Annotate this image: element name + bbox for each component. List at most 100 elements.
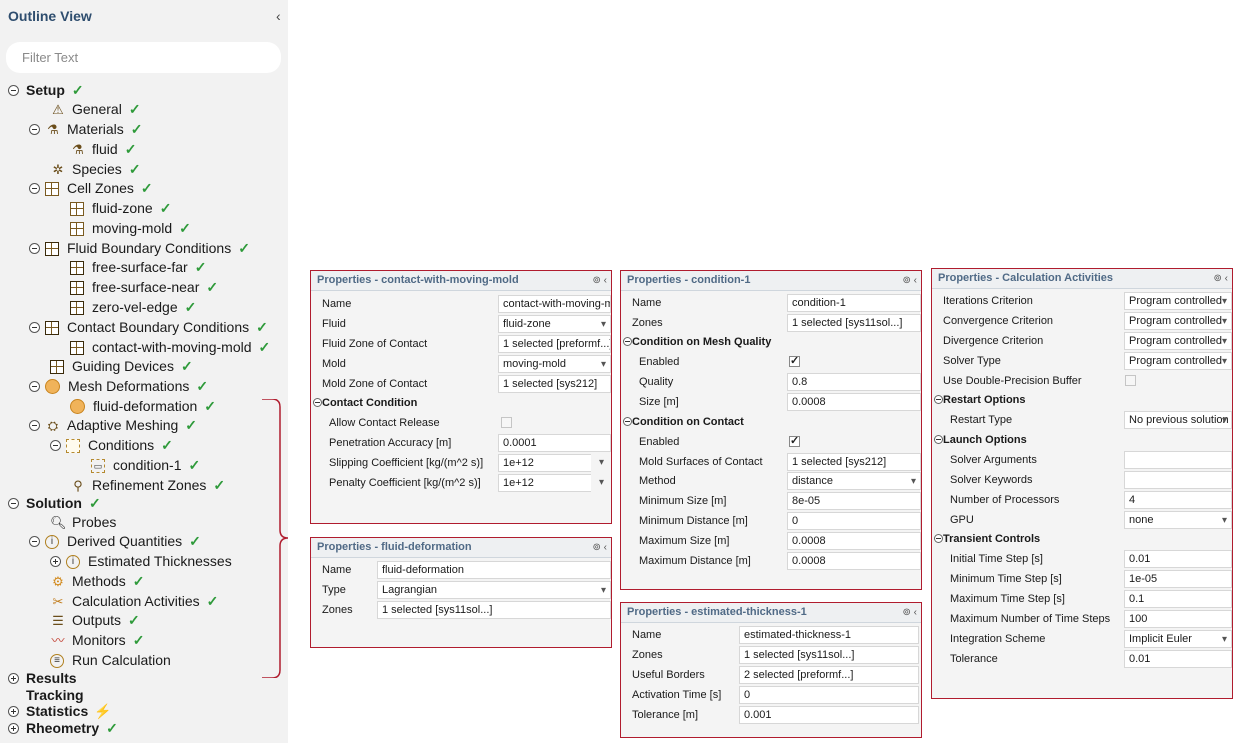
tree-item-species[interactable]: ✲ Species ✓: [50, 160, 141, 179]
tree-item-probes[interactable]: 🔍︎ Probes: [50, 513, 116, 532]
mold-zone-field[interactable]: 1 selected [sys212]: [498, 375, 611, 393]
method-select[interactable]: distance: [787, 472, 921, 490]
collapse-toggle-icon[interactable]: [29, 243, 40, 254]
collapse-toggle-icon[interactable]: [623, 337, 632, 346]
collapse-toggle-icon[interactable]: [934, 435, 943, 444]
tree-item-contact-with-moving-mold[interactable]: contact-with-moving-mold ✓: [70, 338, 270, 357]
tree-item-setup[interactable]: Setup ✓: [8, 81, 84, 100]
panel-buttons[interactable]: ⊚ ‹: [593, 538, 608, 557]
mold-surfaces-field[interactable]: 1 selected [sys212]: [787, 453, 921, 471]
filter-input[interactable]: Filter Text: [6, 42, 281, 73]
collapse-toggle-icon[interactable]: [934, 395, 943, 404]
zones-field[interactable]: 1 selected [sys11sol...]: [377, 601, 611, 619]
tree-item-methods[interactable]: ⚙ Methods ✓: [50, 572, 144, 591]
chevron-down-icon[interactable]: ▾: [599, 474, 604, 491]
tree-item-zero-vel-edge[interactable]: zero-vel-edge ✓: [70, 298, 196, 317]
collapse-icon[interactable]: ‹: [276, 8, 281, 24]
fluid-select[interactable]: fluid-zone: [498, 315, 611, 333]
activation-time-field[interactable]: 0: [739, 686, 919, 704]
expand-toggle-icon[interactable]: [8, 673, 19, 684]
collapse-toggle-icon[interactable]: [8, 498, 19, 509]
panel-buttons[interactable]: ⊚ ‹: [903, 271, 918, 290]
collapse-toggle-icon[interactable]: [29, 536, 40, 547]
divergence-select[interactable]: Program controlled: [1124, 332, 1232, 350]
gpu-select[interactable]: none: [1124, 511, 1232, 529]
tree-item-cell-zones[interactable]: Cell Zones ✓: [29, 179, 153, 198]
double-precision-checkbox[interactable]: [1125, 375, 1136, 386]
tree-item-condition-1[interactable]: ▭ condition-1 ✓: [91, 456, 200, 475]
tree-item-moving-mold[interactable]: moving-mold ✓: [70, 219, 191, 238]
collapse-toggle-icon[interactable]: [29, 124, 40, 135]
expand-toggle-icon[interactable]: [8, 723, 19, 734]
collapse-toggle-icon[interactable]: [29, 420, 40, 431]
collapse-toggle-icon[interactable]: [623, 417, 632, 426]
enabled-checkbox[interactable]: [789, 434, 800, 447]
tree-item-refinement-zones[interactable]: ⚲ Refinement Zones ✓: [70, 476, 225, 495]
tree-item-fluid-bc[interactable]: Fluid Boundary Conditions ✓: [29, 239, 250, 258]
min-size-field[interactable]: 8e-05: [787, 492, 921, 510]
useful-borders-field[interactable]: 2 selected [preformf...]: [739, 666, 919, 684]
name-field[interactable]: condition-1: [787, 294, 921, 312]
tree-item-conditions[interactable]: Conditions ✓: [50, 436, 173, 455]
tree-item-calculation-activities[interactable]: ✂ Calculation Activities ✓: [50, 592, 219, 611]
collapse-toggle-icon[interactable]: [50, 440, 61, 451]
tree-item-estimated-thicknesses[interactable]: i Estimated Thicknesses: [50, 552, 232, 571]
name-field[interactable]: contact-with-moving-m...: [498, 295, 611, 313]
max-step-field[interactable]: 0.1: [1124, 590, 1232, 608]
type-select[interactable]: Lagrangian: [377, 581, 611, 599]
chevron-down-icon[interactable]: ▾: [599, 454, 604, 471]
tolerance-field[interactable]: 0.001: [739, 706, 919, 724]
collapse-toggle-icon[interactable]: [29, 183, 40, 194]
collapse-toggle-icon[interactable]: [313, 398, 322, 407]
tree-item-contact-bc[interactable]: Contact Boundary Conditions ✓: [29, 318, 268, 337]
min-distance-field[interactable]: 0: [787, 512, 921, 530]
panel-buttons[interactable]: ⊚ ‹: [903, 603, 918, 622]
panel-buttons[interactable]: ⊚ ‹: [1214, 269, 1229, 288]
name-field[interactable]: fluid-deformation: [377, 561, 611, 579]
solver-type-select[interactable]: Program controlled: [1124, 352, 1232, 370]
fluid-zone-field[interactable]: 1 selected [preformf...]: [498, 335, 611, 353]
max-steps-field[interactable]: 100: [1124, 610, 1232, 628]
iterations-select[interactable]: Program controlled: [1124, 292, 1232, 310]
penalty-field[interactable]: 1e+12: [498, 474, 591, 492]
tree-item-monitors[interactable]: 〰 Monitors ✓: [50, 631, 144, 650]
collapse-toggle-icon[interactable]: [29, 322, 40, 333]
solver-keywords-field[interactable]: [1124, 471, 1232, 489]
tolerance-field[interactable]: 0.01: [1124, 650, 1232, 668]
collapse-toggle-icon[interactable]: [29, 381, 40, 392]
tree-item-rheometry[interactable]: Rheometry ✓: [8, 719, 118, 738]
integration-scheme-select[interactable]: Implicit Euler: [1124, 630, 1232, 648]
max-size-field[interactable]: 0.0008: [787, 532, 921, 550]
restart-type-select[interactable]: No previous solution: [1124, 411, 1232, 429]
enabled-checkbox[interactable]: [789, 354, 800, 367]
min-step-field[interactable]: 1e-05: [1124, 570, 1232, 588]
processors-field[interactable]: 4: [1124, 491, 1232, 509]
expand-toggle-icon[interactable]: [8, 706, 19, 717]
quality-field[interactable]: 0.8: [787, 373, 921, 391]
max-distance-field[interactable]: 0.0008: [787, 552, 921, 570]
tree-item-materials[interactable]: ⚗ Materials ✓: [29, 120, 143, 139]
tree-item-outputs[interactable]: ☰ Outputs ✓: [50, 611, 140, 630]
tree-item-free-surface-far[interactable]: free-surface-far ✓: [70, 258, 206, 277]
tree-item-solution[interactable]: Solution ✓: [8, 494, 101, 513]
tree-item-run-calculation[interactable]: ≡ Run Calculation: [50, 651, 171, 670]
slipping-field[interactable]: 1e+12: [498, 454, 591, 472]
tree-item-adaptive-meshing[interactable]: ⛭ Adaptive Meshing ✓: [29, 416, 197, 435]
mold-select[interactable]: moving-mold: [498, 355, 611, 373]
name-field[interactable]: estimated-thickness-1: [739, 626, 919, 644]
tree-item-guiding-devices[interactable]: Guiding Devices ✓: [50, 357, 193, 376]
allow-release-checkbox[interactable]: [501, 417, 512, 428]
tree-item-mesh-deformations[interactable]: Mesh Deformations ✓: [29, 377, 208, 396]
tree-item-general[interactable]: ⚠ General ✓: [50, 100, 140, 119]
size-field[interactable]: 0.0008: [787, 393, 921, 411]
tree-item-fluid[interactable]: ⚗ fluid ✓: [70, 140, 136, 159]
penetration-field[interactable]: 0.0001: [498, 434, 611, 452]
convergence-select[interactable]: Program controlled: [1124, 312, 1232, 330]
tree-item-free-surface-near[interactable]: free-surface-near ✓: [70, 278, 218, 297]
collapse-toggle-icon[interactable]: [934, 534, 943, 543]
collapse-toggle-icon[interactable]: [8, 85, 19, 96]
tree-item-fluid-zone[interactable]: fluid-zone ✓: [70, 199, 171, 218]
solver-arguments-field[interactable]: [1124, 451, 1232, 469]
zones-field[interactable]: 1 selected [sys11sol...]: [739, 646, 919, 664]
zones-field[interactable]: 1 selected [sys11sol...]: [787, 314, 921, 332]
